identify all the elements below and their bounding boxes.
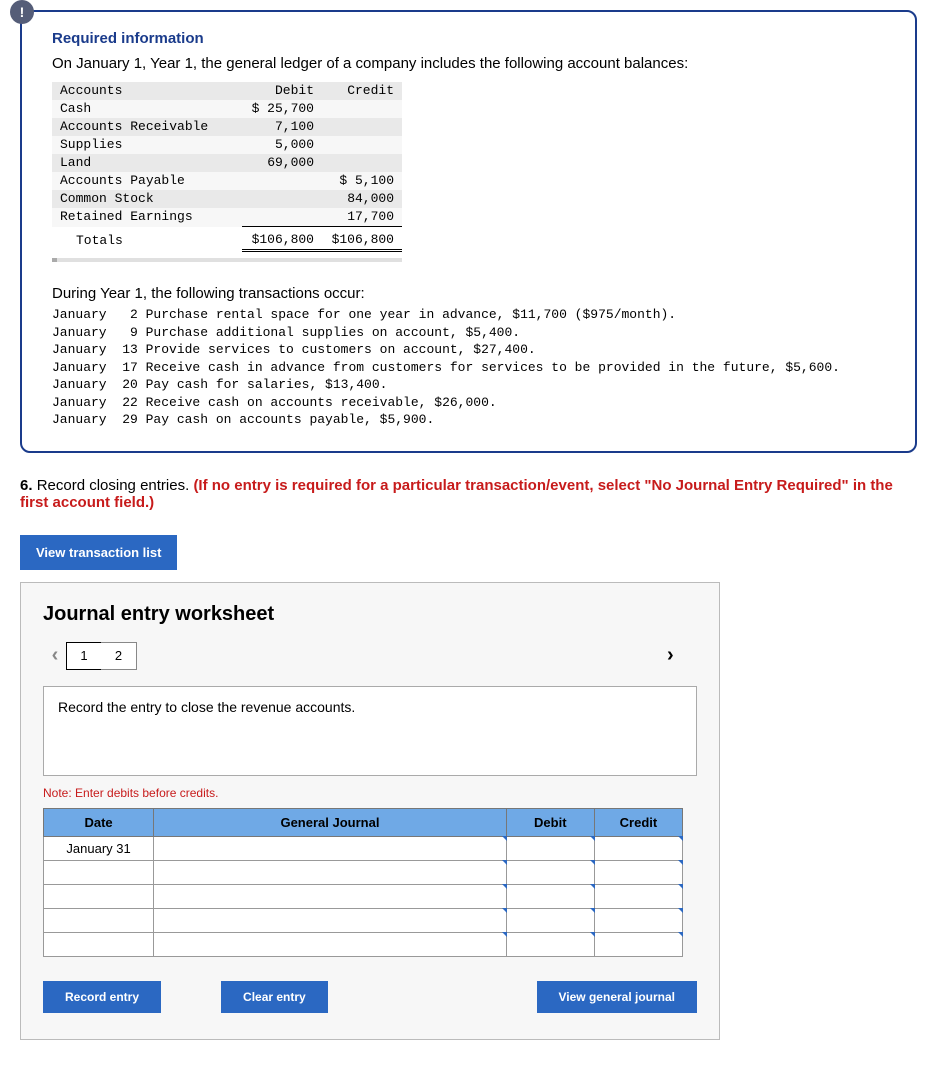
je-account-cell[interactable] (154, 932, 507, 956)
je-row (44, 860, 683, 884)
ledger-row: Accounts Receivable7,100 (52, 118, 402, 136)
view-transaction-list-button[interactable]: View transaction list (20, 535, 177, 570)
info-badge-icon: ! (10, 0, 34, 24)
table-scroll-indicator (52, 258, 402, 262)
ledger-row: Accounts Payable$ 5,100 (52, 172, 402, 190)
transactions-block: During Year 1, the following transaction… (52, 285, 885, 429)
worksheet-button-row: Record entry Clear entry View general jo… (43, 981, 697, 1013)
ledger-table-wrap: Accounts Debit Credit Cash$ 25,700 Accou… (52, 82, 402, 262)
view-general-journal-button[interactable]: View general journal (537, 981, 697, 1013)
question-body: Record closing entries. (37, 477, 190, 494)
je-credit-cell[interactable] (594, 908, 682, 932)
je-credit-cell[interactable] (594, 884, 682, 908)
je-account-cell[interactable] (154, 884, 507, 908)
je-header-general-journal: General Journal (154, 808, 507, 836)
ledger-totals-row: Totals $106,800 $106,800 (52, 227, 402, 251)
ledger-header-debit: Debit (242, 82, 322, 100)
je-debit-cell[interactable] (506, 932, 594, 956)
je-debit-cell[interactable] (506, 860, 594, 884)
clear-entry-button[interactable]: Clear entry (221, 981, 328, 1013)
transactions-title: During Year 1, the following transaction… (52, 285, 885, 302)
je-header-date: Date (44, 808, 154, 836)
ledger-header-accounts: Accounts (52, 82, 242, 100)
je-account-cell[interactable] (154, 860, 507, 884)
je-debit-cell[interactable] (506, 908, 594, 932)
ledger-row: Cash$ 25,700 (52, 100, 402, 118)
pager-prev-icon[interactable]: ‹ (43, 644, 67, 667)
required-info-title: Required information (52, 30, 885, 47)
question-text: 6. Record closing entries. (If no entry … (20, 477, 917, 511)
ledger-table: Accounts Debit Credit Cash$ 25,700 Accou… (52, 82, 402, 252)
je-row (44, 932, 683, 956)
pager-tab-1[interactable]: 1 (66, 642, 102, 670)
je-date-cell[interactable] (44, 908, 154, 932)
question-number: 6. (20, 477, 33, 494)
record-entry-button[interactable]: Record entry (43, 981, 161, 1013)
je-date-cell[interactable] (44, 884, 154, 908)
je-header-credit: Credit (594, 808, 682, 836)
je-credit-cell[interactable] (594, 932, 682, 956)
je-debit-cell[interactable] (506, 884, 594, 908)
ledger-row: Common Stock84,000 (52, 190, 402, 208)
je-row: January 31 (44, 836, 683, 860)
pager-tab-2[interactable]: 2 (101, 642, 137, 670)
je-account-cell[interactable] (154, 836, 507, 860)
entry-instruction-box: Record the entry to close the revenue ac… (43, 686, 697, 776)
debits-before-credits-note: Note: Enter debits before credits. (43, 786, 697, 800)
je-row (44, 908, 683, 932)
je-date-cell[interactable] (44, 932, 154, 956)
ledger-row: Land69,000 (52, 154, 402, 172)
je-row (44, 884, 683, 908)
je-debit-cell[interactable] (506, 836, 594, 860)
je-account-cell[interactable] (154, 908, 507, 932)
je-credit-cell[interactable] (594, 860, 682, 884)
je-credit-cell[interactable] (594, 836, 682, 860)
ledger-row: Retained Earnings17,700 (52, 208, 402, 227)
je-header-debit: Debit (506, 808, 594, 836)
required-info-card: ! Required information On January 1, Yea… (20, 10, 917, 453)
je-date-cell[interactable] (44, 860, 154, 884)
je-date-cell[interactable]: January 31 (44, 836, 154, 860)
ledger-row: Supplies5,000 (52, 136, 402, 154)
transactions-lines: January 2 Purchase rental space for one … (52, 306, 885, 429)
worksheet-title: Journal entry worksheet (43, 603, 697, 626)
worksheet-pager: ‹ 1 2 › (43, 642, 697, 670)
journal-entry-worksheet-panel: Journal entry worksheet ‹ 1 2 › Record t… (20, 582, 720, 1040)
entry-instruction-text: Record the entry to close the revenue ac… (58, 699, 355, 715)
journal-entry-table: Date General Journal Debit Credit Januar… (43, 808, 683, 957)
ledger-header-credit: Credit (322, 82, 402, 100)
pager-next-icon[interactable]: › (667, 644, 697, 667)
intro-text: On January 1, Year 1, the general ledger… (52, 55, 885, 72)
